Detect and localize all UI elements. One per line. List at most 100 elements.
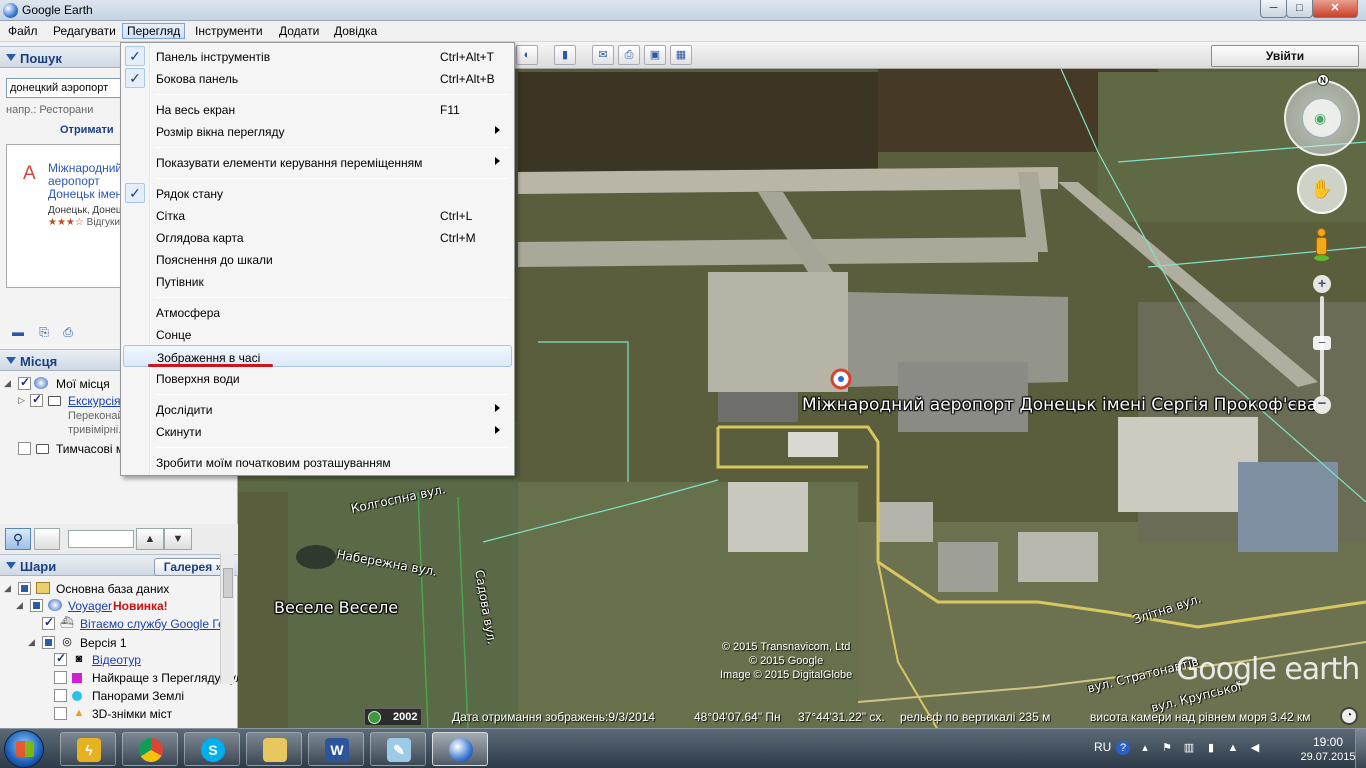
layer-3d-cities[interactable]: ▲ 3D-знімки міст <box>0 705 238 722</box>
checkbox[interactable] <box>30 599 43 612</box>
menu-item-atmosphere[interactable]: Атмосфера <box>123 301 512 323</box>
menu-file[interactable]: Файл <box>4 24 42 40</box>
taskbar-paint[interactable]: ✎ <box>370 732 426 766</box>
move-control[interactable]: ✋ <box>1297 164 1347 214</box>
checkbox[interactable] <box>54 707 67 720</box>
network-icon[interactable]: ▥ <box>1182 741 1196 755</box>
layer-panoramas[interactable]: Панорами Землі <box>0 687 238 704</box>
menu-item-water-surface[interactable]: Поверхня води <box>123 367 512 389</box>
folder-icon <box>263 738 287 762</box>
menu-item-tour-guide[interactable]: Путівник <box>123 270 512 292</box>
cyan-dot-icon <box>72 691 82 701</box>
menu-view[interactable]: Перегляд <box>122 23 186 39</box>
minimize-button[interactable]: ─ <box>1260 0 1287 18</box>
panel-toggle-icon[interactable] <box>34 528 60 550</box>
layer-version-1[interactable]: ◢ ◎ Версія 1 <box>0 634 238 651</box>
help-icon[interactable]: ? <box>1116 741 1130 755</box>
menu-item-view-size[interactable]: Розмір вікна перегляду <box>123 120 512 142</box>
north-icon[interactable]: N <box>1317 74 1329 86</box>
menu-edit[interactable]: Редагувати <box>49 24 120 40</box>
globe-icon <box>34 377 48 389</box>
email-icon[interactable]: ✉ <box>592 45 614 65</box>
checkbox[interactable] <box>42 615 55 630</box>
taskbar-google-earth[interactable] <box>432 732 488 766</box>
show-desktop-button[interactable] <box>1355 729 1366 768</box>
save-image-icon[interactable]: ▣ <box>644 45 666 65</box>
layer-welcome[interactable]: ⛴ Вітаємо службу Google Гео <box>0 615 238 632</box>
print-icon[interactable]: ⎙ <box>618 45 640 65</box>
flag-icon[interactable]: ⚑ <box>1160 741 1174 755</box>
layer-video-tour[interactable]: ◙ Відеотур <box>0 651 238 668</box>
menu-item-overview-map[interactable]: Оглядова карта Ctrl+M <box>123 226 512 248</box>
locality-label[interactable]: Веселе Веселе <box>274 598 398 617</box>
checkbox[interactable] <box>18 582 31 595</box>
checkbox[interactable] <box>18 375 31 390</box>
look-control[interactable]: N ◉ <box>1284 74 1360 156</box>
airport-label[interactable]: Міжнародний аеропорт Донецьк імені Сергі… <box>802 395 1317 415</box>
menu-item-set-start-location[interactable]: Зробити моїм початковим розташуванням <box>123 451 512 473</box>
taskbar-app[interactable]: ϟ <box>60 732 116 766</box>
move-up-button[interactable]: ▲ <box>136 528 164 550</box>
clock-date[interactable]: 29.07.2015 <box>1298 751 1358 763</box>
checkbox[interactable] <box>18 442 31 455</box>
checkbox[interactable] <box>54 651 67 666</box>
language-indicator[interactable]: RU <box>1094 740 1111 754</box>
places-search-input[interactable] <box>68 530 134 548</box>
menu-tools[interactable]: Інструменти <box>191 24 267 40</box>
taskbar-word[interactable]: W <box>308 732 364 766</box>
checkmark-icon: ✓ <box>125 68 145 88</box>
copy-icon[interactable]: ⎘ <box>36 325 52 339</box>
sign-in-button[interactable]: Увійти <box>1211 45 1359 67</box>
menu-item-fullscreen[interactable]: На весь екран F11 <box>123 98 512 120</box>
menu-item-sun[interactable]: Сонце <box>123 323 512 345</box>
menu-item-grid[interactable]: Сітка Ctrl+L <box>123 204 512 226</box>
taskbar-explorer[interactable] <box>246 732 302 766</box>
menu-item-status-bar[interactable]: ✓ Рядок стану <box>123 182 512 204</box>
zoom-out-button[interactable]: − <box>1313 396 1331 414</box>
menu-item-reset[interactable]: Скинути <box>123 420 512 442</box>
taskbar-skype[interactable]: S <box>184 732 240 766</box>
zoom-slider-thumb[interactable]: − <box>1313 336 1331 350</box>
checkbox[interactable] <box>30 392 43 407</box>
zoom-in-button[interactable]: + <box>1313 275 1331 293</box>
eye-icon: ◉ <box>1314 110 1327 126</box>
arrow-up-icon[interactable]: ▴ <box>1138 741 1152 755</box>
menu-item-toolbar[interactable]: ✓ Панель інструментів Ctrl+Alt+T <box>123 45 512 67</box>
layers-scrollbar[interactable] <box>220 554 234 684</box>
print-icon[interactable]: ⎙ <box>60 325 76 339</box>
menu-item-scale-legend[interactable]: Пояснення до шкали <box>123 248 512 270</box>
planet-icon[interactable]: ◐ <box>516 45 538 65</box>
close-button[interactable]: ✕ <box>1312 0 1358 18</box>
menu-item-navigation-controls[interactable]: Показувати елементи керування переміщенн… <box>123 151 512 173</box>
taskbar-chrome[interactable] <box>122 732 178 766</box>
paint-icon: ✎ <box>387 738 411 762</box>
lightning-icon: ϟ <box>77 738 101 762</box>
layers-panel-header[interactable]: Шари Галерея » <box>0 554 238 576</box>
result-marker-icon: A <box>23 163 36 184</box>
search-input[interactable] <box>6 78 124 98</box>
get-directions-link[interactable]: Отримати <box>60 124 114 136</box>
pegman-icon[interactable] <box>1314 228 1329 262</box>
start-button[interactable] <box>4 730 44 768</box>
menu-help[interactable]: Довідка <box>330 24 381 40</box>
menu-add[interactable]: Додати <box>275 24 323 40</box>
ruler-icon[interactable]: ▮ <box>554 45 576 65</box>
save-icon[interactable]: ▬ <box>10 325 26 339</box>
layer-voyager[interactable]: ◢ Voyager Новинка! <box>0 597 238 614</box>
move-down-button[interactable]: ▼ <box>164 528 192 550</box>
menu-item-explore[interactable]: Дослідити <box>123 398 512 420</box>
layer-primary-database[interactable]: ◢ Основна база даних <box>0 580 238 597</box>
signal-icon[interactable]: ▲ <box>1226 741 1240 755</box>
maps-icon[interactable]: ▦ <box>670 45 692 65</box>
checkbox[interactable] <box>54 671 67 684</box>
layer-street-view[interactable]: Найкраще з Перегляду вулиць <box>0 669 238 686</box>
search-icon[interactable]: ⚲ <box>5 528 31 550</box>
clock-time[interactable]: 19:00 <box>1305 735 1351 749</box>
menu-item-sidebar[interactable]: ✓ Бокова панель Ctrl+Alt+B <box>123 67 512 89</box>
volume-icon[interactable]: ◀ <box>1248 741 1262 755</box>
maximize-button[interactable]: □ <box>1286 0 1313 18</box>
checkbox[interactable] <box>54 689 67 702</box>
checkbox[interactable] <box>42 636 55 649</box>
copyright: © 2015 Transnavicom, Ltd © 2015 Google I… <box>720 641 853 681</box>
battery-icon[interactable]: ▮ <box>1204 741 1218 755</box>
